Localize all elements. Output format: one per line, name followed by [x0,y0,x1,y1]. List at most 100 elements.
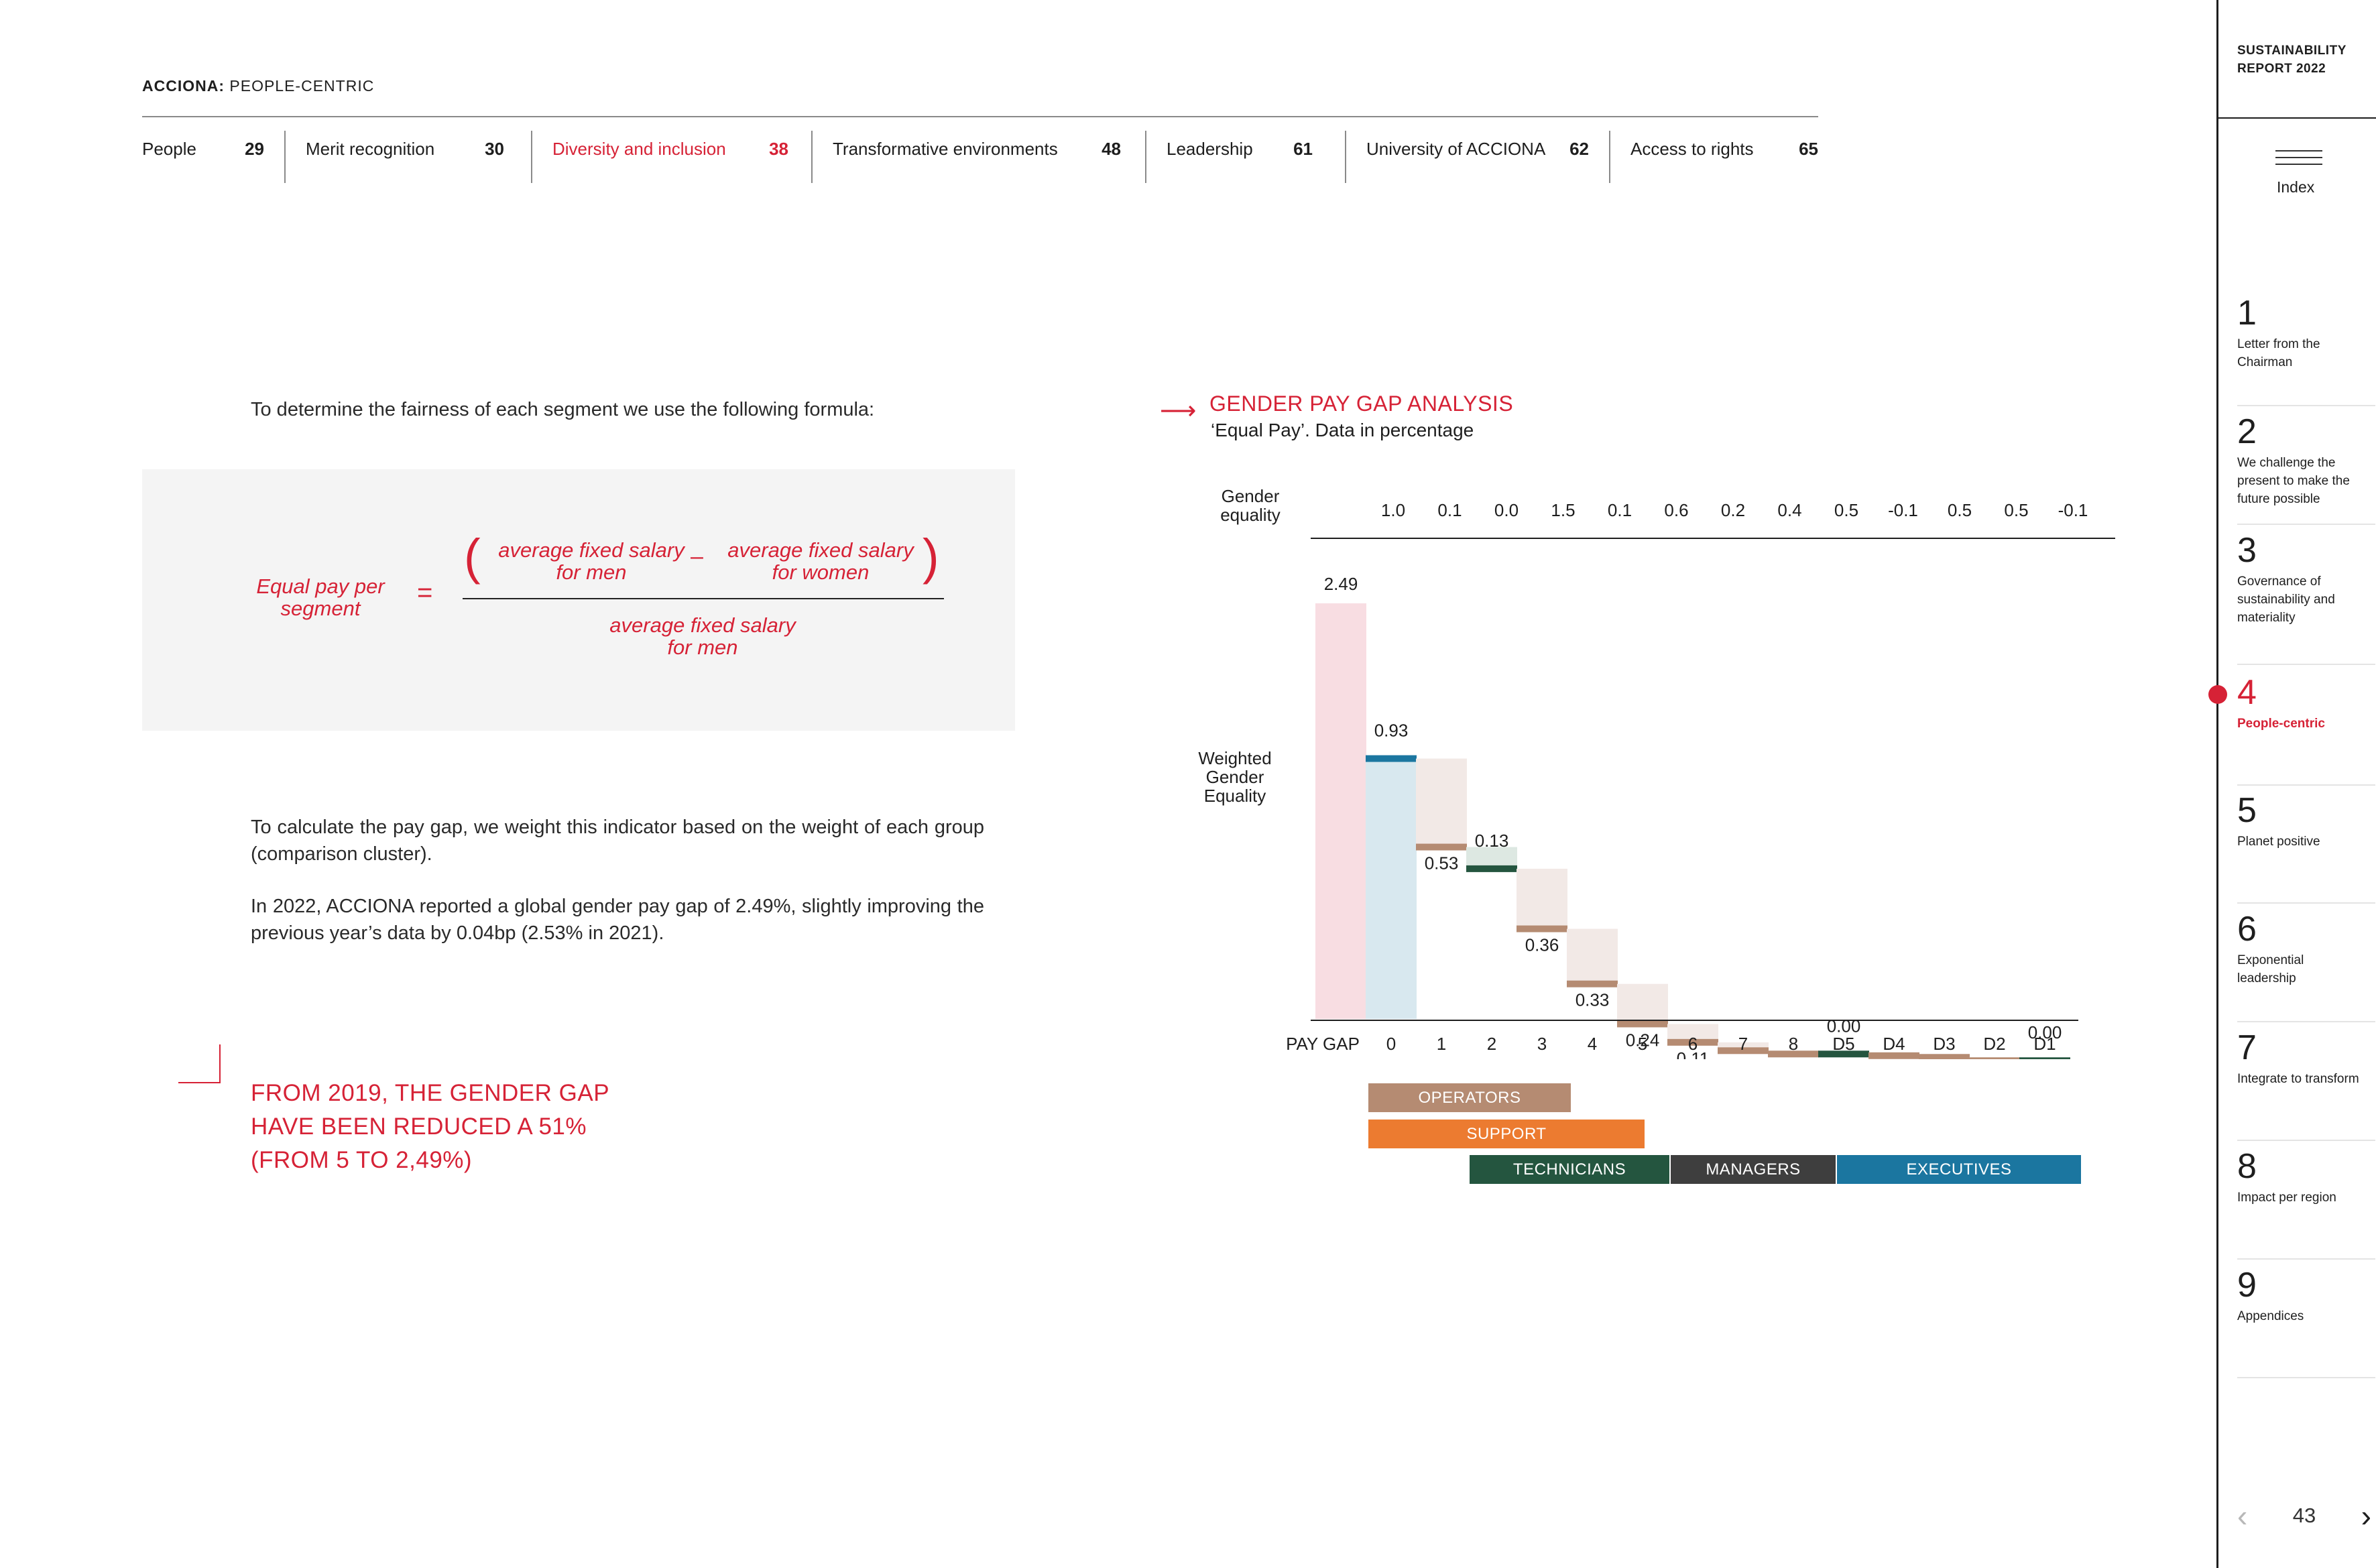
nav-item-university-of-acciona[interactable]: University of ACCIONA 62 [1346,117,1609,184]
waterfall-step-cap [2019,1057,2070,1059]
sidebar-chapter-9[interactable]: 9 Appendices [2237,1266,2375,1378]
weighted-label-line: Weighted [1198,748,1271,768]
nav-label: Access to rights [1630,139,1754,159]
gender-equality-value: -0.1 [2058,500,2088,520]
nav-label: Transformative environments [833,139,1058,159]
formula-term2: average fixed salary for women [720,539,921,583]
nav-item-access-to-rights[interactable]: Access to rights 65 [1610,117,1818,184]
chevron-right-icon[interactable]: › [2361,1498,2371,1534]
waterfall-value-label: 0.00 [1827,1016,1861,1036]
chart-subtitle: ‘Equal Pay’. Data in percentage [1211,420,1474,440]
x-tick-label: PAY GAP [1286,1034,1360,1054]
gender-equality-value: 0.5 [1834,500,1858,520]
index-link[interactable]: Index [2277,178,2314,196]
waterfall-step-bar [1416,758,1467,847]
x-tick-label: 5 [1638,1034,1647,1054]
pay-gap-waterfall-chart: Genderequality 1.0 0.1 0.0 1.5 0.1 0.6 0.2 0.4 0.… [1198,486,2115,1059]
nav-page: 61 [1293,139,1313,159]
section-nav: People 29 Merit recognition 30 Diversity a… [142,116,1818,183]
highlight-line-2: HAVE BEEN REDUCED A 51% [251,1113,587,1140]
gender-equality-value: 0.1 [1437,500,1462,520]
waterfall-step-bar [1617,983,1668,1024]
waterfall-value-label: 0.05 [1726,1057,1761,1059]
gender-equality-label-line1: Gender [1222,486,1280,506]
formula-lhs-line1: Equal pay per [256,575,385,598]
nav-label: Merit recognition [306,139,435,159]
sidebar-chapter-2[interactable]: 2 We challenge the present to make the fu… [2237,412,2375,525]
chapter-number: 6 [2237,910,2257,949]
waterfall-step-cap [1567,980,1618,987]
chevron-left-icon[interactable]: ‹ [2237,1498,2247,1534]
report-title-line2: REPORT 2022 [2237,62,2326,76]
x-tick-label: D5 [1832,1034,1854,1054]
waterfall-step-cap [1366,755,1417,762]
x-tick-label: D1 [2033,1034,2056,1054]
waterfall-value-label: 0.33 [1576,990,1610,1010]
sidebar-chapter-5[interactable]: 5 Planet positive [2237,791,2375,904]
nav-page: 38 [769,139,788,159]
gender-equality-value: 1.5 [1551,500,1575,520]
chapter-title: We challenge the present to make the fut… [2237,456,2350,506]
sidebar-chapter-4[interactable]: 4 People-centric [2237,673,2375,786]
formula-lhs: Equal pay per segment [240,575,401,619]
x-tick-label: D3 [1933,1034,1955,1054]
breadcrumb: ACCIONA: PEOPLE-CENTRIC [142,77,374,95]
total-bar-label: 2.49 [1324,574,1358,594]
x-tick-label: 2 [1487,1034,1496,1054]
nav-item-diversity-and-inclusion[interactable]: Diversity and inclusion 38 [532,117,811,184]
chapter-title: People-centric [2237,717,2325,731]
report-title-line1: SUSTAINABILITY [2237,44,2347,58]
formula-open-paren: ( [464,529,481,585]
gender-equality-value: 0.4 [1777,500,1801,520]
chart-title: GENDER PAY GAP ANALYSIS [1209,391,1514,416]
sidebar-chapter-8[interactable]: 8 Impact per region [2237,1147,2375,1260]
x-tick-label: D2 [1983,1034,2005,1054]
formula-minus: – [691,544,703,569]
nav-item-people[interactable]: People 29 [142,117,284,184]
waterfall-step-bar [1517,868,1567,929]
waterfall-value-label: 0.36 [1525,935,1559,955]
x-tick-label: 1 [1437,1034,1446,1054]
chapter-number: 2 [2237,412,2257,451]
nav-page: 30 [485,139,504,159]
chapter-number: 4 [2237,673,2257,712]
chapter-title: Letter from the Chairman [2237,337,2320,369]
x-tick-label: 0 [1386,1034,1396,1054]
x-tick-label: 8 [1789,1034,1798,1054]
formula-denominator: average fixed salary for men [602,614,803,658]
nav-page: 62 [1569,139,1589,159]
gender-equality-value: 0.2 [1721,500,1745,520]
waterfall-step-cap [1517,925,1567,932]
waterfall-step-cap [1919,1054,1970,1059]
x-tick-label: 4 [1588,1034,1597,1054]
sidebar-chapter-1[interactable]: 1 Letter from the Chairman [2237,294,2375,406]
cluster-executives: EXECUTIVES [1837,1155,2081,1184]
breadcrumb-brand: ACCIONA: [142,77,225,95]
nav-page: 29 [245,139,264,159]
highlight-corner-mark [178,1044,221,1083]
gender-equality-label-line2: equality [1220,505,1281,525]
waterfall-step-bar [1567,928,1618,984]
waterfall-step-cap [1617,1020,1668,1028]
sidebar-divider [2218,117,2376,119]
menu-icon[interactable] [2275,150,2322,169]
nav-item-leadership[interactable]: Leadership 61 [1146,117,1345,184]
x-tick-label: 7 [1738,1034,1748,1054]
x-tick-label: 3 [1537,1034,1547,1054]
x-tick-label: 6 [1688,1034,1698,1054]
nav-item-merit-recognition[interactable]: Merit recognition 30 [286,117,531,184]
sidebar-chapter-3[interactable]: 3 Governance of sustainability and materi… [2237,531,2375,665]
waterfall-value-label: 0.53 [1425,853,1459,873]
chapter-title: Integrate to transform [2237,1072,2359,1086]
nav-page: 65 [1799,139,1818,159]
chapter-number: 3 [2237,531,2257,570]
nav-label: People [142,139,196,159]
formula-equals: = [417,578,433,607]
formula-den-line1: average fixed salary [609,613,796,637]
formula-fraction-line [463,598,944,599]
sidebar-chapter-7[interactable]: 7 Integrate to transform [2237,1028,2375,1141]
sidebar-chapter-6[interactable]: 6 Exponential leadership [2237,910,2375,1022]
chapter-title: Planet positive [2237,835,2320,849]
report-title: SUSTAINABILITY REPORT 2022 [2237,42,2347,78]
nav-item-transformative-environments[interactable]: Transformative environments 48 [813,117,1145,184]
